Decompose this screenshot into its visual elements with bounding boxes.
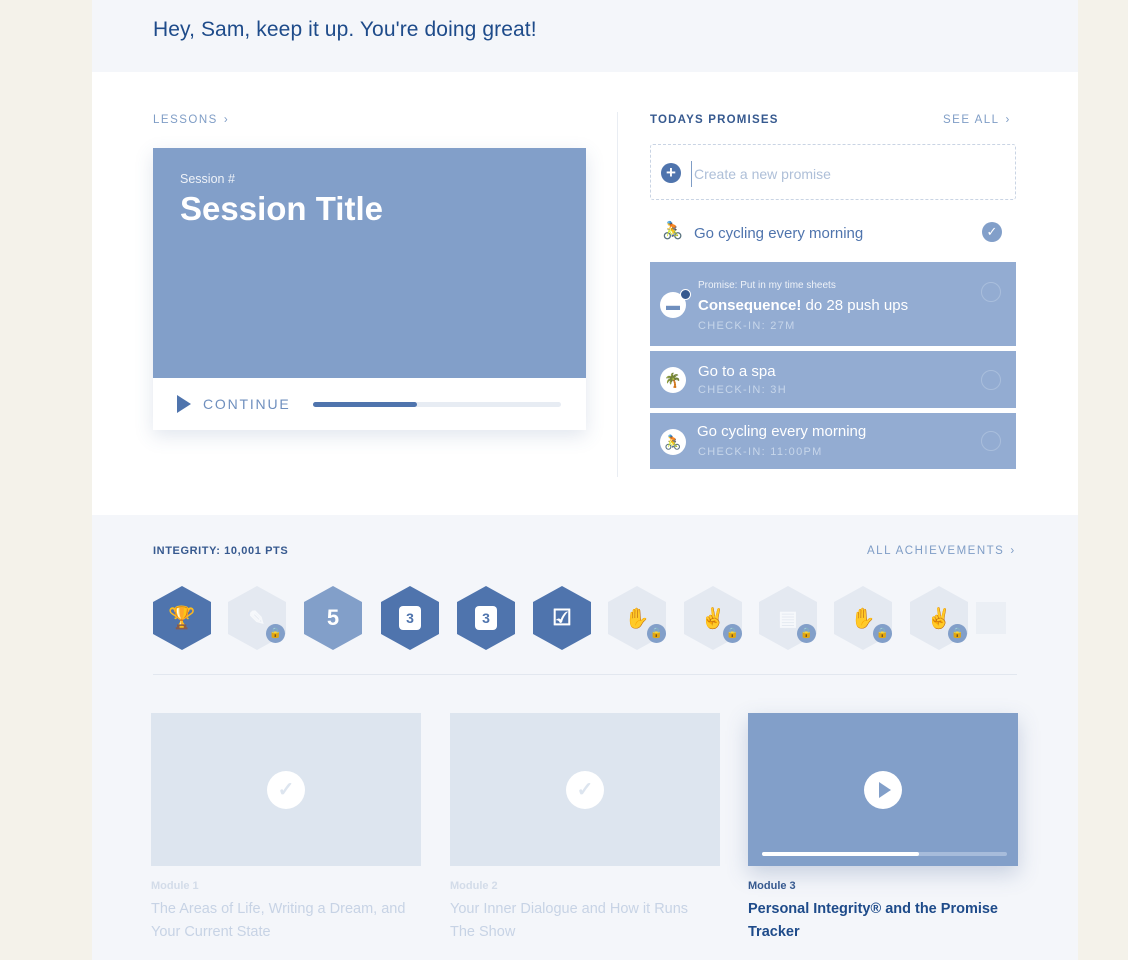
session-number: Session # [180,172,235,186]
column-divider [617,112,618,477]
chevron-right-icon: › [1005,114,1011,126]
lock-icon: 🔒 [647,624,666,643]
section-divider [153,674,1017,675]
runner-icon: 🚴 [660,429,686,455]
see-all-link[interactable]: SEE ALL › [943,114,1011,126]
consequence-text: do 28 push ups [801,297,909,314]
promise-card[interactable]: 🚴 Go cycling every morning CHECK-IN: 11:… [650,413,1016,469]
plus-icon[interactable]: + [661,163,681,183]
lock-icon: 🔒 [873,624,892,643]
checkin-time: CHECK-IN: 11:00PM [698,446,823,458]
promise-title: Consequence! do 28 push ups [698,297,908,314]
dashboard-page: Hey, Sam, keep it up. You're doing great… [92,0,1078,960]
promise-complete-toggle[interactable] [981,370,1001,390]
trophy-icon: 🏆 [168,605,196,630]
session-progress-track [313,402,561,407]
new-promise-input[interactable] [691,161,996,187]
check-icon: ✓ [566,771,604,809]
module-number: Module 1 [151,880,199,892]
five-streak-icon: 5 [326,605,340,630]
continue-button[interactable]: CONTINUE [203,396,291,412]
session-card[interactable]: Session # Session Title CONTINUE [153,148,586,430]
see-all-label: SEE ALL [943,114,1000,126]
module-number: Module 2 [450,880,498,892]
document-icon: ▤ [778,607,798,630]
session-progress-fill [313,402,418,407]
module-progress-fill [762,852,919,856]
completed-promise[interactable]: 🚴 Go cycling every morning ✓ [650,210,1016,256]
chevron-right-icon: › [223,114,230,126]
briefcase-icon: ▬ [660,289,691,318]
lock-icon: 🔒 [723,624,742,643]
todays-promises-label: TODAYS PROMISES [650,114,779,126]
handshake-icon: ✌ [926,607,952,630]
module-title: Your Inner Dialogue and How it Runs The … [450,901,689,940]
integrity-points: INTEGRITY: 10,001 PTS [153,545,289,557]
checkin-time: CHECK-IN: 27M [698,320,796,332]
lessons-label: LESSONS [153,114,218,126]
chevron-right-icon: › [1010,545,1016,557]
new-promise-box[interactable]: + [650,144,1016,200]
greeting-banner: Hey, Sam, keep it up. You're doing great… [92,0,1078,72]
checkin-time: CHECK-IN: 3H [698,384,787,396]
promise-title: Go to a spa [698,363,776,380]
check-icon[interactable]: ✓ [982,222,1002,242]
calendar-icon: ☑ [552,605,572,630]
lock-icon: 🔒 [797,624,816,643]
completed-promise-text: Go cycling every morning [694,225,864,242]
promise-card[interactable]: ▬ Promise: Put in my time sheets Consequ… [650,262,1016,346]
hand-icon: ✋ [850,607,876,630]
pen-icon: ✎ [248,607,266,630]
all-achievements-link[interactable]: ALL ACHIEVEMENTS › [867,545,1016,557]
promise-complete-toggle[interactable] [981,431,1001,451]
promise-context: Promise: Put in my time sheets [698,280,836,291]
module-title: Personal Integrity® and the Promise Trac… [748,901,998,940]
palm-tree-icon: 🌴 [660,367,686,393]
consequence-label: Consequence! [698,297,802,314]
handshake-icon: ✌ [700,607,726,630]
check-icon: ✓ [267,771,305,809]
lock-icon: 🔒 [948,624,967,643]
module-thumbnail[interactable]: ✓ [450,713,720,866]
runner-icon: 🚴 [662,221,684,240]
promise-complete-toggle[interactable] [981,282,1001,302]
module-thumbnail[interactable]: ✓ [151,713,421,866]
hand-icon: ✋ [624,607,650,630]
play-icon[interactable] [177,395,191,413]
shield-icon: 3 [475,606,497,630]
all-achievements-label: ALL ACHIEVEMENTS [867,545,1005,557]
module-title: The Areas of Life, Writing a Dream, and … [151,901,406,940]
module-thumbnail[interactable] [748,713,1018,866]
session-title: Session Title [180,190,383,227]
module-number: Module 3 [748,880,796,892]
notification-dot [680,289,691,300]
module-progress-track [762,852,1007,856]
promise-title: Go cycling every morning [697,423,867,440]
promise-card[interactable]: 🌴 Go to a spa CHECK-IN: 3H [650,351,1016,408]
play-icon[interactable] [864,771,902,809]
session-thumbnail[interactable]: Session # Session Title [153,148,586,378]
lock-icon: 🔒 [266,624,285,643]
continue-bar[interactable]: CONTINUE [153,378,586,430]
three-play-icon: 3 [399,606,421,630]
lessons-link[interactable]: LESSONS › [153,114,229,126]
greeting-text: Hey, Sam, keep it up. You're doing great… [153,18,537,41]
